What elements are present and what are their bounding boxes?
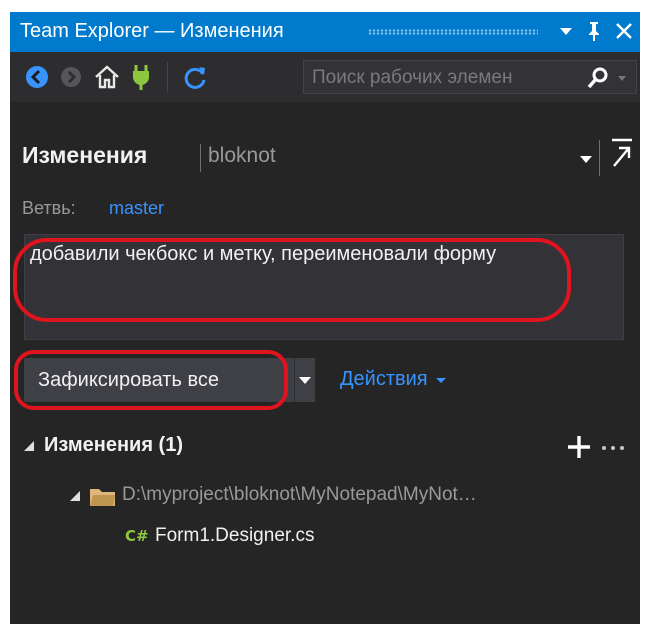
close-icon[interactable] <box>613 18 635 51</box>
folder-icon <box>88 484 118 515</box>
search-options-dropdown-icon[interactable] <box>616 67 628 94</box>
toolbar: Поиск рабочих элемен <box>10 52 640 102</box>
actions-dropdown-icon <box>436 377 447 383</box>
window-title: Team Explorer — Изменения <box>20 20 284 42</box>
window-menu-dropdown-icon[interactable] <box>558 18 574 51</box>
undock-icon[interactable] <box>608 136 636 175</box>
actions-menu[interactable]: Действия <box>340 368 449 391</box>
back-icon[interactable] <box>22 62 52 92</box>
folder-path[interactable]: D:\myproject\bloknot\MyNotepad\MyNot… <box>122 484 632 506</box>
svg-text:C#: C# <box>125 527 149 545</box>
branch-link[interactable]: master <box>109 198 164 219</box>
search-box[interactable]: Поиск рабочих элемен <box>303 60 637 94</box>
header-separator <box>599 140 600 176</box>
title-separator <box>200 144 201 172</box>
csharp-file-icon: C# <box>124 524 152 553</box>
forward-icon[interactable] <box>56 62 86 92</box>
more-options-icon[interactable] <box>599 438 629 463</box>
folder-collapse-triangle-icon[interactable] <box>68 489 82 508</box>
page-title: Изменения <box>22 142 148 168</box>
search-icon[interactable] <box>586 66 610 95</box>
changes-section-header[interactable]: Изменения (1) <box>10 430 640 466</box>
changes-section-title: Изменения (1) <box>44 434 183 456</box>
commit-all-button[interactable]: Зафиксировать все <box>24 358 294 402</box>
page-header: Изменения bloknot <box>10 102 640 192</box>
commit-options-dropdown[interactable] <box>294 358 315 402</box>
pin-icon[interactable] <box>584 18 604 51</box>
actions-label[interactable]: Действия <box>340 368 428 390</box>
page-dropdown-icon[interactable] <box>577 144 595 177</box>
toolbar-separator <box>167 62 168 92</box>
home-icon[interactable] <box>92 62 122 92</box>
search-input[interactable]: Поиск рабочих элемен <box>312 67 574 89</box>
drag-grip[interactable] <box>368 29 538 35</box>
changed-file-item[interactable]: Form1.Designer.cs <box>155 525 314 547</box>
team-explorer-window: Team Explorer — Изменения Поиск рабочих … <box>10 12 640 624</box>
commit-message-input[interactable]: добавили чекбокс и метку, переименовали … <box>24 234 624 340</box>
repository-name: bloknot <box>208 144 276 167</box>
add-icon[interactable] <box>566 434 592 465</box>
collapse-triangle-icon[interactable] <box>22 439 36 458</box>
branch-label: Ветвь: <box>22 198 76 218</box>
connect-icon[interactable] <box>126 62 156 92</box>
title-bar: Team Explorer — Изменения <box>10 12 640 52</box>
refresh-icon[interactable] <box>180 62 210 92</box>
